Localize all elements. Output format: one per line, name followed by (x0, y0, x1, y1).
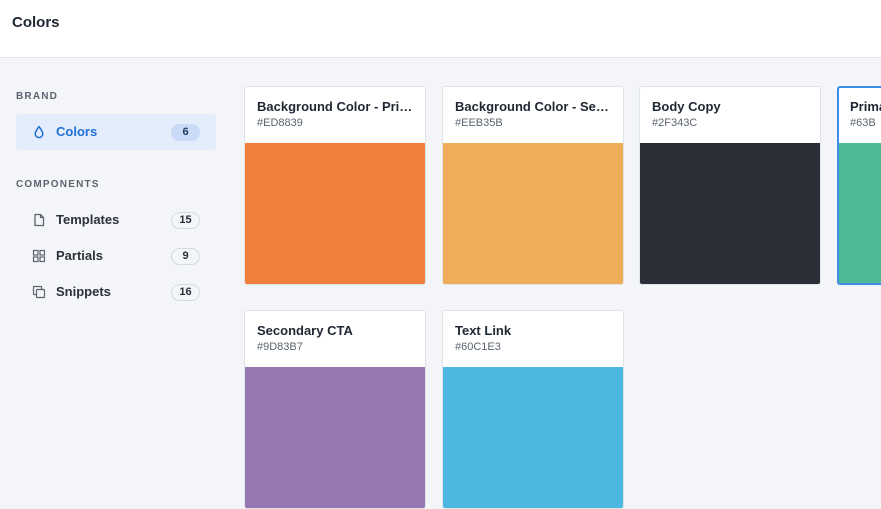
color-hex: #63B (850, 117, 876, 129)
grid-icon (32, 249, 46, 263)
copy-icon (32, 285, 46, 299)
sidebar-item-label: Snippets (56, 284, 111, 299)
color-hex: #60C1E3 (455, 341, 501, 353)
count-badge: 16 (171, 284, 200, 301)
color-name: Body Copy (652, 99, 721, 114)
count-badge: 9 (171, 248, 200, 265)
section-label-components: COMPONENTS (16, 179, 100, 190)
sidebar-item-label: Templates (56, 212, 120, 227)
top-bar: Colors (0, 0, 881, 58)
color-swatch (443, 143, 623, 284)
page-title: Colors (12, 14, 60, 31)
color-name: Background Color - Primary (257, 99, 417, 114)
sidebar-item-partials[interactable]: Partials 9 (16, 238, 216, 274)
color-card-text-link[interactable]: Text Link #60C1E3 (442, 310, 624, 509)
count-badge: 6 (171, 124, 200, 141)
color-name: Secondary CTA (257, 323, 353, 338)
color-hex: #2F343C (652, 117, 698, 129)
sidebar: BRAND Colors 6 COMPONENTS Templates 15 P… (0, 58, 232, 469)
color-swatch (839, 143, 881, 283)
color-hex: #9D83B7 (257, 341, 303, 353)
file-icon (34, 213, 45, 227)
section-label-brand: BRAND (16, 91, 59, 102)
color-card-secondary-cta[interactable]: Secondary CTA #9D83B7 (244, 310, 426, 509)
count-badge: 15 (171, 212, 200, 229)
sidebar-item-snippets[interactable]: Snippets 16 (16, 274, 216, 310)
color-name: Primary CTA (850, 99, 881, 114)
color-hex: #EEB35B (455, 117, 503, 129)
sidebar-item-colors[interactable]: Colors 6 (16, 114, 216, 150)
color-card-primary-cta[interactable]: Primary CTA #63B (837, 86, 881, 285)
sidebar-item-label: Partials (56, 248, 103, 263)
color-swatch (245, 367, 425, 508)
color-swatch (443, 367, 623, 508)
sidebar-item-templates[interactable]: Templates 15 (16, 202, 216, 238)
color-name: Text Link (455, 323, 512, 338)
color-name: Background Color - Secondary (455, 99, 615, 114)
color-card-background-secondary[interactable]: Background Color - Secondary #EEB35B (442, 86, 624, 285)
color-card-background-primary[interactable]: Background Color - Primary #ED8839 (244, 86, 426, 285)
color-swatch (640, 143, 820, 284)
color-swatch (245, 143, 425, 284)
droplet-icon (34, 125, 44, 139)
color-hex: #ED8839 (257, 117, 303, 129)
color-card-body-copy[interactable]: Body Copy #2F343C (639, 86, 821, 285)
sidebar-item-label: Colors (56, 124, 98, 139)
